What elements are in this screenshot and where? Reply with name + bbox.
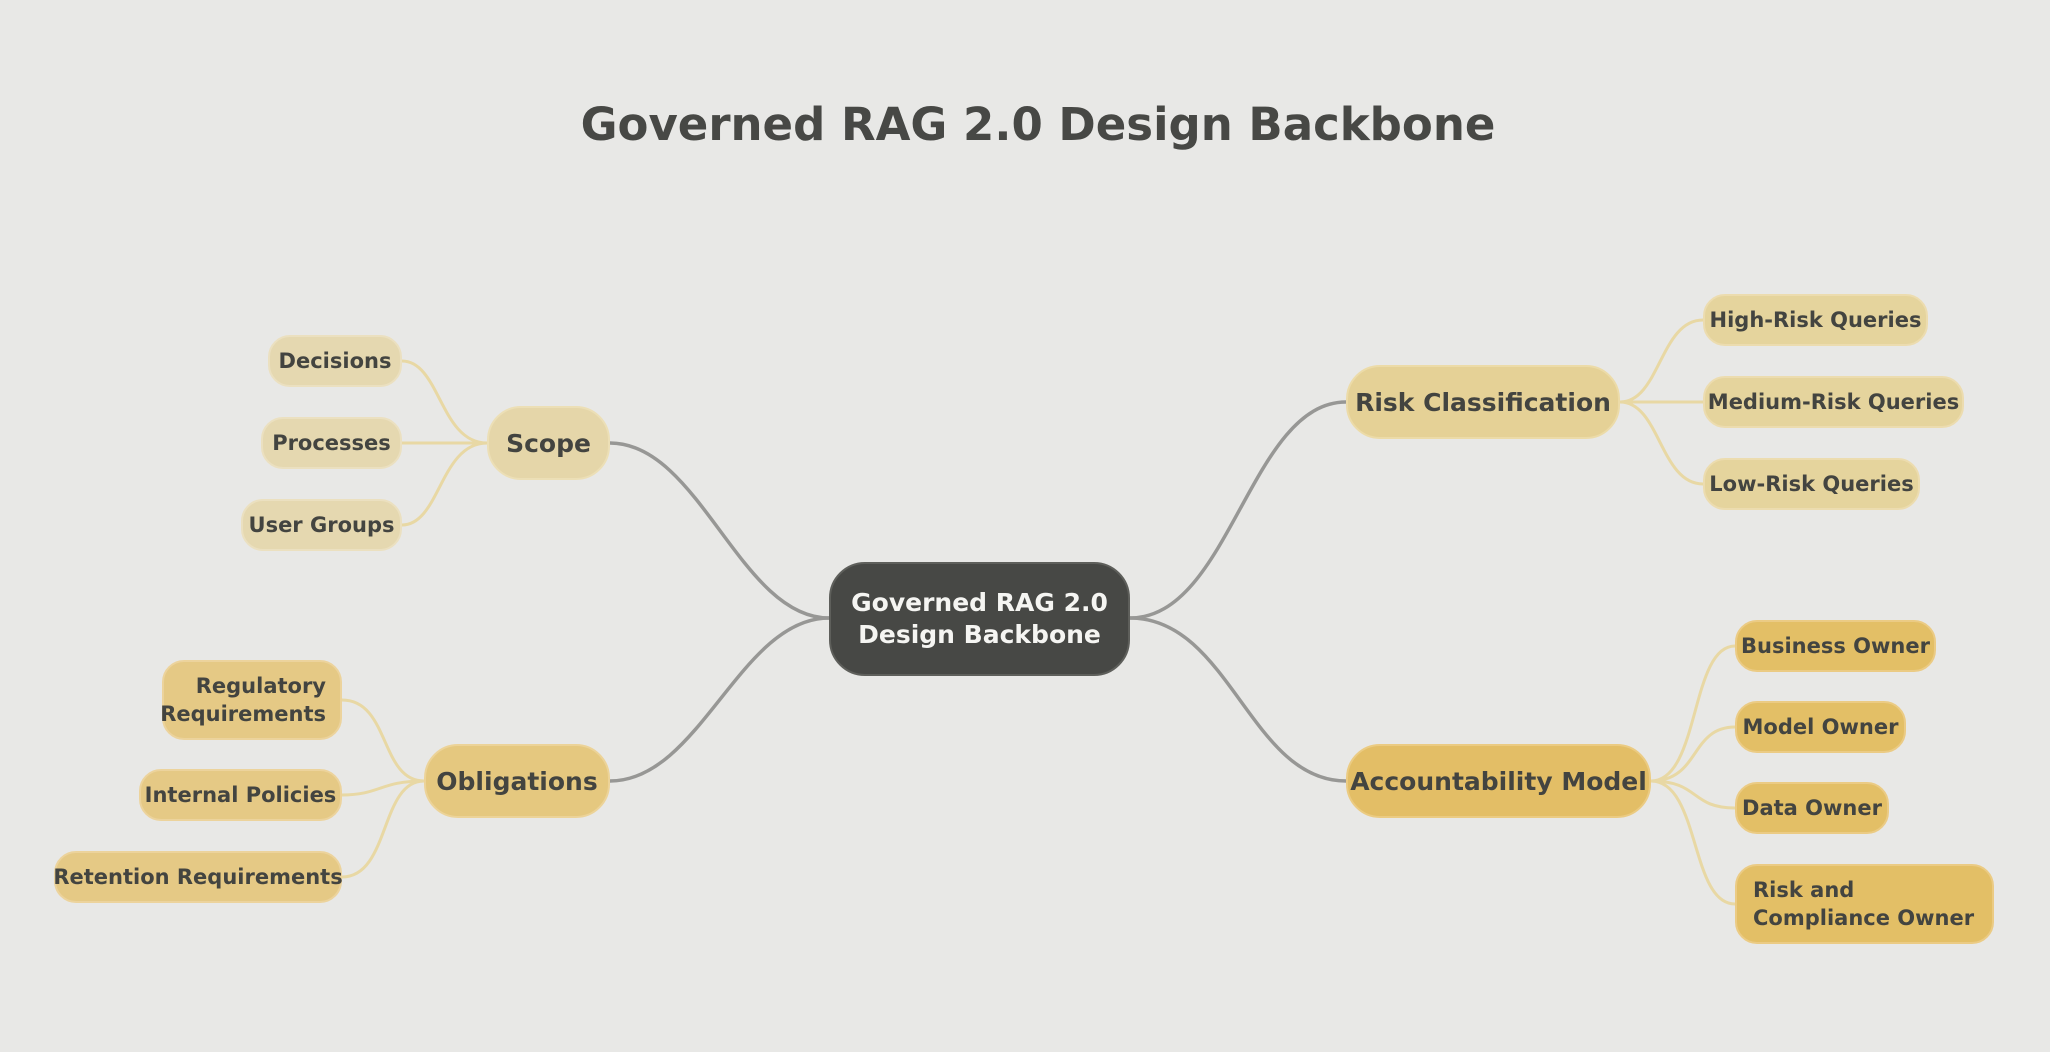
scope-node[interactable]: Scope [487,406,610,480]
leaf-label: Retention Requirements [53,865,343,889]
central-topic-line-1: Governed RAG 2.0 [851,588,1108,617]
accountability-model-label: Accountability Model [1350,766,1647,796]
risk-leaf-medium-risk-queries[interactable]: Medium-Risk Queries [1703,376,1964,428]
link-acc-business-owner [1649,644,1737,783]
link-acc-model-owner [1649,725,1737,783]
leaf-label: Decisions [278,349,392,373]
leaf-label: Risk and Compliance Owner [1753,878,1975,930]
leaf-label: Data Owner [1742,796,1882,820]
leaf-label: Regulatory Requirements [160,674,326,726]
obligations-node[interactable]: Obligations [424,744,610,818]
scope-leaf-processes[interactable]: Processes [261,417,402,469]
scope-label: Scope [506,428,591,458]
obligations-label: Obligations [436,766,598,796]
accountability-leaf-business-owner[interactable]: Business Owner [1735,620,1936,672]
link-risk-low [1618,400,1705,486]
scope-leaf-user-groups[interactable]: User Groups [241,499,402,551]
risk-classification-node[interactable]: Risk Classification [1346,365,1620,439]
accountability-leaf-risk-and-compliance-owner[interactable]: Risk and Compliance Owner [1735,864,1994,944]
risk-leaf-high-risk-queries[interactable]: High-Risk Queries [1703,294,1928,346]
link-risk-high [1618,318,1705,404]
link-center-accountability-model [1128,616,1348,783]
leaf-label: High-Risk Queries [1709,308,1922,332]
link-center-scope [608,441,831,620]
central-topic-line-2: Design Backbone [858,620,1101,649]
link-obligations-regulatory-requirements [340,698,426,783]
accountability-leaf-data-owner[interactable]: Data Owner [1735,782,1889,834]
link-center-risk-classification [1128,400,1348,620]
leaf-label: Business Owner [1741,634,1930,658]
leaf-label: Low-Risk Queries [1709,472,1914,496]
link-center-obligations [608,616,831,783]
leaf-label: Model Owner [1742,715,1899,739]
obligations-leaf-regulatory-requirements[interactable]: Regulatory Requirements [160,660,342,740]
scope-leaf-decisions[interactable]: Decisions [268,335,402,387]
mind-map-canvas: Governed RAG 2.0 Design Backbone Governe… [0,0,2050,1052]
leaf-label: Medium-Risk Queries [1707,390,1960,414]
leaf-label: User Groups [248,513,395,537]
risk-leaf-low-risk-queries[interactable]: Low-Risk Queries [1703,458,1920,510]
leaf-label: Internal Policies [144,783,337,807]
link-acc-risk-compliance-owner [1649,779,1737,906]
accountability-model-node[interactable]: Accountability Model [1346,744,1651,818]
central-topic-node[interactable]: Governed RAG 2.0 Design Backbone [829,562,1130,676]
obligations-leaf-internal-policies[interactable]: Internal Policies [139,769,342,821]
accountability-leaf-model-owner[interactable]: Model Owner [1735,701,1906,753]
link-scope-decisions [400,359,489,445]
risk-classification-label: Risk Classification [1355,387,1611,417]
obligations-leaf-retention-requirements[interactable]: Retention Requirements [53,851,343,903]
link-scope-user-groups [400,441,489,527]
leaf-label: Processes [272,431,391,455]
